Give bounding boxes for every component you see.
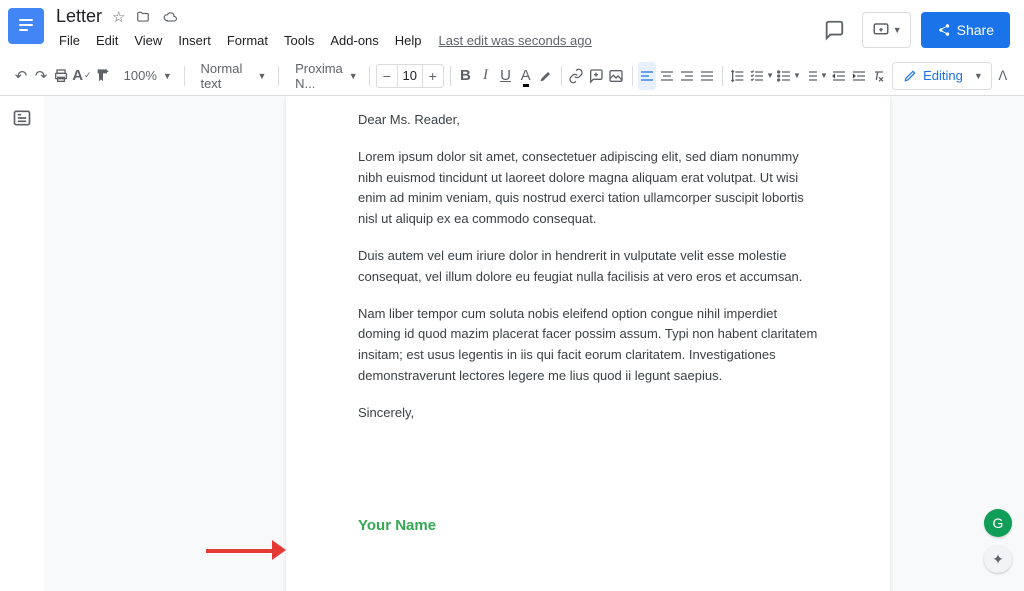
explore-button[interactable]: ✦ [984,545,1012,573]
separator [450,66,451,86]
menu-addons[interactable]: Add-ons [323,29,385,52]
font-select[interactable]: Proxima N...▼ [285,63,363,89]
left-sidebar [0,96,44,591]
insert-image-button[interactable] [607,62,625,90]
separator [561,66,562,86]
paragraph-style-select[interactable]: Normal text▼ [190,63,272,89]
open-comments-button[interactable] [816,12,852,48]
align-justify-button[interactable] [698,62,716,90]
body-paragraph[interactable]: Lorem ipsum dolor sit amet, consectetuer… [358,147,818,230]
spellcheck-button[interactable]: A✓ [72,62,91,90]
zoom-select[interactable]: 100%▼ [114,63,178,89]
menu-insert[interactable]: Insert [171,29,218,52]
checklist-button[interactable]: ▼ [749,62,774,90]
present-button[interactable]: ▼ [862,12,911,48]
underline-button[interactable]: U [497,62,515,90]
separator [184,66,185,86]
docs-logo[interactable] [8,8,44,44]
share-label: Share [957,22,994,38]
decrease-indent-button[interactable] [830,62,848,90]
signature-text[interactable]: Your Name [358,514,818,538]
document-outline-button[interactable] [12,108,32,131]
document-title[interactable]: Letter [56,6,102,27]
workspace: Dear Ms. Reader, Lorem ipsum dolor sit a… [0,96,1024,591]
move-icon[interactable] [135,10,151,24]
align-center-button[interactable] [658,62,676,90]
numbered-list-button[interactable]: ▼ [803,62,828,90]
align-left-button[interactable] [638,62,656,90]
share-button[interactable]: Share [921,12,1010,48]
bold-button[interactable]: B [456,62,474,90]
menu-tools[interactable]: Tools [277,29,321,52]
font-size-increase[interactable]: + [423,68,443,84]
increase-indent-button[interactable] [850,62,868,90]
editing-mode-select[interactable]: Editing ▼ [892,62,992,90]
toolbar: ↶ ↷ A✓ 100%▼ Normal text▼ Proxima N...▼ … [0,56,1024,96]
title-bar: Letter ☆ File Edit View Insert Format To… [0,0,1024,52]
italic-button[interactable]: I [476,62,494,90]
line-spacing-button[interactable] [729,62,747,90]
star-icon[interactable]: ☆ [112,8,125,26]
last-edit-link[interactable]: Last edit was seconds ago [439,33,592,48]
floating-widgets: G ✦ [984,509,1012,573]
insert-comment-button[interactable] [587,62,605,90]
annotation-arrow [206,540,286,560]
clear-formatting-button[interactable] [870,62,888,90]
print-button[interactable] [52,62,70,90]
menu-help[interactable]: Help [388,29,429,52]
font-size-decrease[interactable]: − [377,68,397,84]
body-paragraph[interactable]: Nam liber tempor cum soluta nobis eleife… [358,304,818,387]
undo-button[interactable]: ↶ [12,62,30,90]
menu-format[interactable]: Format [220,29,275,52]
font-size-input[interactable]: 10 [397,65,423,87]
paint-format-button[interactable] [94,62,112,90]
separator [722,66,723,86]
signoff-text[interactable]: Sincerely, [358,403,818,424]
greeting-text[interactable]: Dear Ms. Reader, [358,110,818,131]
grammarly-icon[interactable]: G [984,509,1012,537]
align-right-button[interactable] [678,62,696,90]
menu-bar: File Edit View Insert Format Tools Add-o… [52,27,808,52]
separator [632,66,633,86]
separator [278,66,279,86]
document-canvas[interactable]: Dear Ms. Reader, Lorem ipsum dolor sit a… [44,96,1024,591]
font-size-control: − 10 + [376,64,444,88]
collapse-toolbar-button[interactable]: ᐱ [994,62,1012,90]
document-page[interactable]: Dear Ms. Reader, Lorem ipsum dolor sit a… [286,96,890,591]
menu-file[interactable]: File [52,29,87,52]
redo-button[interactable]: ↷ [32,62,50,90]
insert-link-button[interactable] [567,62,585,90]
menu-edit[interactable]: Edit [89,29,125,52]
menu-view[interactable]: View [127,29,169,52]
highlight-button[interactable] [537,62,555,90]
body-paragraph[interactable]: Duis autem vel eum iriure dolor in hendr… [358,246,818,288]
separator [369,66,370,86]
cloud-status-icon[interactable] [161,10,179,24]
bulleted-list-button[interactable]: ▼ [776,62,801,90]
text-color-button[interactable]: A [517,62,535,90]
